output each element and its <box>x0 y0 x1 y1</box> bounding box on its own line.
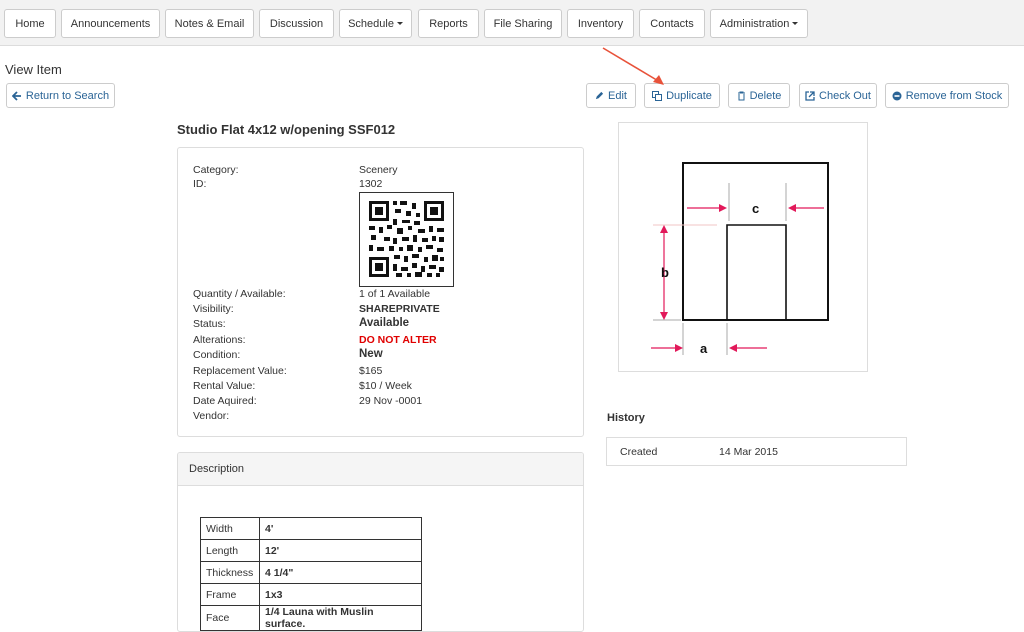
nav-inventory-button[interactable]: Inventory <box>567 9 634 38</box>
table-row: Thickness 4 1/4" <box>200 561 422 584</box>
spec-value: 4' <box>259 517 422 540</box>
category-value: Scenery <box>359 164 398 176</box>
spec-key: Frame <box>200 583 260 606</box>
status-label: Status: <box>193 318 226 330</box>
copy-icon <box>652 90 663 101</box>
id-label: ID: <box>193 178 207 190</box>
spec-value: 1/4 Launa with Muslin surface. <box>259 605 422 631</box>
external-link-icon <box>805 90 815 101</box>
nav-notes-email-button[interactable]: Notes & Email <box>165 9 254 38</box>
replacement-value: $165 <box>359 365 383 377</box>
dimension-label-b: b <box>661 265 669 280</box>
status-value: Available <box>359 317 410 329</box>
nav-announcements-button[interactable]: Announcements <box>61 9 160 38</box>
description-panel: Description Width 4' Length 12' Thickness 4… <box>177 452 584 632</box>
arrow-left-icon <box>11 90 21 101</box>
item-title: Studio Flat 4x12 w/opening SSF012 <box>177 122 396 137</box>
spec-table: Width 4' Length 12' Thickness 4 1/4" Frame 1… <box>200 517 422 631</box>
history-title: History <box>607 412 645 424</box>
caret-down-icon <box>396 22 403 25</box>
nav-file-sharing-button[interactable]: File Sharing <box>484 9 562 38</box>
spec-key: Face <box>200 605 260 631</box>
id-value: 1302 <box>359 178 383 190</box>
rental-value: $10 / Week <box>359 380 412 392</box>
rental-value-label: Rental Value: <box>193 380 256 392</box>
spec-value: 4 1/4" <box>259 561 422 584</box>
spec-key: Length <box>200 539 260 562</box>
caret-down-icon <box>792 22 799 25</box>
trash-icon <box>737 91 745 100</box>
spec-key: Width <box>200 517 260 540</box>
nav-home-button[interactable]: Home <box>4 9 56 38</box>
quantity-label: Quantity / Available: <box>193 288 286 300</box>
return-to-search-button[interactable]: Return to Search <box>6 83 115 108</box>
visibility-value: SHAREPRIVATE <box>359 303 440 315</box>
delete-label: Delete <box>749 89 782 102</box>
nav-administration-label: Administration <box>719 17 790 30</box>
delete-button[interactable]: Delete <box>728 83 790 108</box>
spec-value: 12' <box>259 539 422 562</box>
check-out-label: Check Out <box>819 89 871 102</box>
quantity-value: 1 of 1 Available <box>359 288 431 300</box>
annotation-arrow-icon <box>602 47 664 85</box>
qr-code <box>359 192 454 287</box>
table-row: Face 1/4 Launa with Muslin surface. <box>200 605 422 631</box>
qr-code-icon <box>369 201 444 277</box>
top-navigation: Home Announcements Notes & Email Discuss… <box>0 0 1024 46</box>
history-event: Created <box>620 446 658 458</box>
edit-label: Edit <box>608 89 627 102</box>
nav-schedule-dropdown[interactable]: Schedule <box>339 9 412 38</box>
vendor-label: Vendor: <box>193 410 230 422</box>
description-heading: Description <box>178 453 583 486</box>
remove-from-stock-button[interactable]: Remove from Stock <box>885 83 1009 108</box>
table-row: Frame 1x3 <box>200 583 422 606</box>
duplicate-label: Duplicate <box>666 89 712 102</box>
category-label: Category: <box>193 164 239 176</box>
spec-key: Thickness <box>200 561 260 584</box>
check-out-button[interactable]: Check Out <box>799 83 877 108</box>
table-row: Width 4' <box>200 517 422 540</box>
pencil-icon <box>595 91 604 100</box>
alterations-label: Alterations: <box>193 334 246 346</box>
dimension-label-a: a <box>700 341 708 356</box>
replacement-value-label: Replacement Value: <box>193 365 287 377</box>
nav-discussion-button[interactable]: Discussion <box>259 9 334 38</box>
nav-schedule-label: Schedule <box>348 17 394 30</box>
table-row: Length 12' <box>200 539 422 562</box>
page-title: View Item <box>5 62 62 77</box>
date-acquired-value: 29 Nov -0001 <box>359 395 423 407</box>
history-date: 14 Mar 2015 <box>719 446 778 458</box>
nav-reports-button[interactable]: Reports <box>418 9 479 38</box>
remove-from-stock-label: Remove from Stock <box>905 89 1003 102</box>
condition-label: Condition: <box>193 349 241 361</box>
item-diagram: c b a <box>618 122 868 372</box>
minus-circle-icon <box>892 91 902 100</box>
visibility-label: Visibility: <box>193 303 234 315</box>
dimension-label-c: c <box>752 201 760 216</box>
alterations-value: DO NOT ALTER <box>359 334 437 346</box>
return-to-search-label: Return to Search <box>25 89 110 102</box>
history-table: Created 14 Mar 2015 <box>606 437 907 466</box>
date-acquired-label: Date Aquired: <box>193 395 257 407</box>
flat-dimension-diagram <box>651 162 829 355</box>
item-details-panel: Category: Scenery ID: 1302 Quantity / Av… <box>177 147 584 437</box>
nav-administration-dropdown[interactable]: Administration <box>710 9 808 38</box>
condition-value: New <box>359 348 383 360</box>
nav-contacts-button[interactable]: Contacts <box>639 9 705 38</box>
spec-value: 1x3 <box>259 583 422 606</box>
